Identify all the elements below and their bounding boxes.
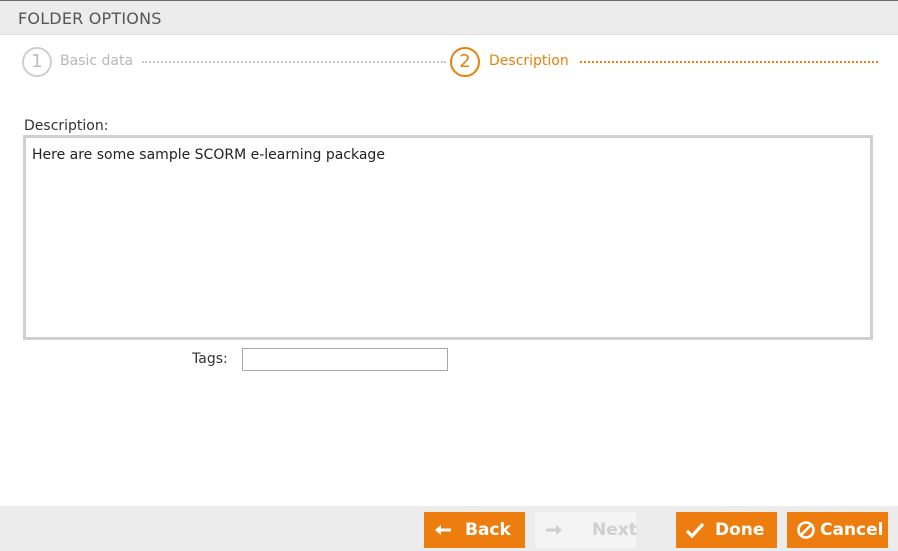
cancel-button-label: Cancel [820, 520, 884, 540]
done-button[interactable]: Done [676, 512, 777, 548]
back-button-label: Back [465, 520, 511, 540]
arrow-left-icon [432, 512, 454, 548]
dialog-footer: Back Next Done Cancel [0, 506, 898, 551]
step-1-number[interactable]: 1 [22, 47, 52, 77]
step-2-number[interactable]: 2 [450, 47, 480, 77]
cancel-button[interactable]: Cancel [787, 512, 888, 548]
description-textarea[interactable]: Here are some sample SCORM e-learning pa… [23, 135, 873, 340]
step-connector-2 [580, 61, 878, 63]
tags-input[interactable] [242, 348, 448, 371]
dialog-title-bar: FOLDER OPTIONS [0, 1, 898, 35]
description-label: Description: [24, 118, 109, 134]
dialog-title: FOLDER OPTIONS [18, 9, 162, 28]
tags-label: Tags: [192, 351, 228, 367]
done-button-label: Done [715, 520, 765, 540]
cancel-circle-icon [795, 512, 817, 548]
next-button[interactable]: Next [535, 512, 637, 548]
back-button[interactable]: Back [424, 512, 525, 548]
folder-options-dialog: FOLDER OPTIONS 1 Basic data 2 Descriptio… [0, 0, 898, 551]
checkmark-icon [684, 512, 706, 548]
next-button-label: Next [592, 520, 637, 540]
arrow-right-icon [543, 512, 565, 548]
wizard-steps: 1 Basic data 2 Description [0, 35, 898, 89]
step-connector-1 [142, 61, 446, 63]
step-2-label[interactable]: Description [489, 53, 569, 69]
step-1-label[interactable]: Basic data [60, 53, 133, 69]
